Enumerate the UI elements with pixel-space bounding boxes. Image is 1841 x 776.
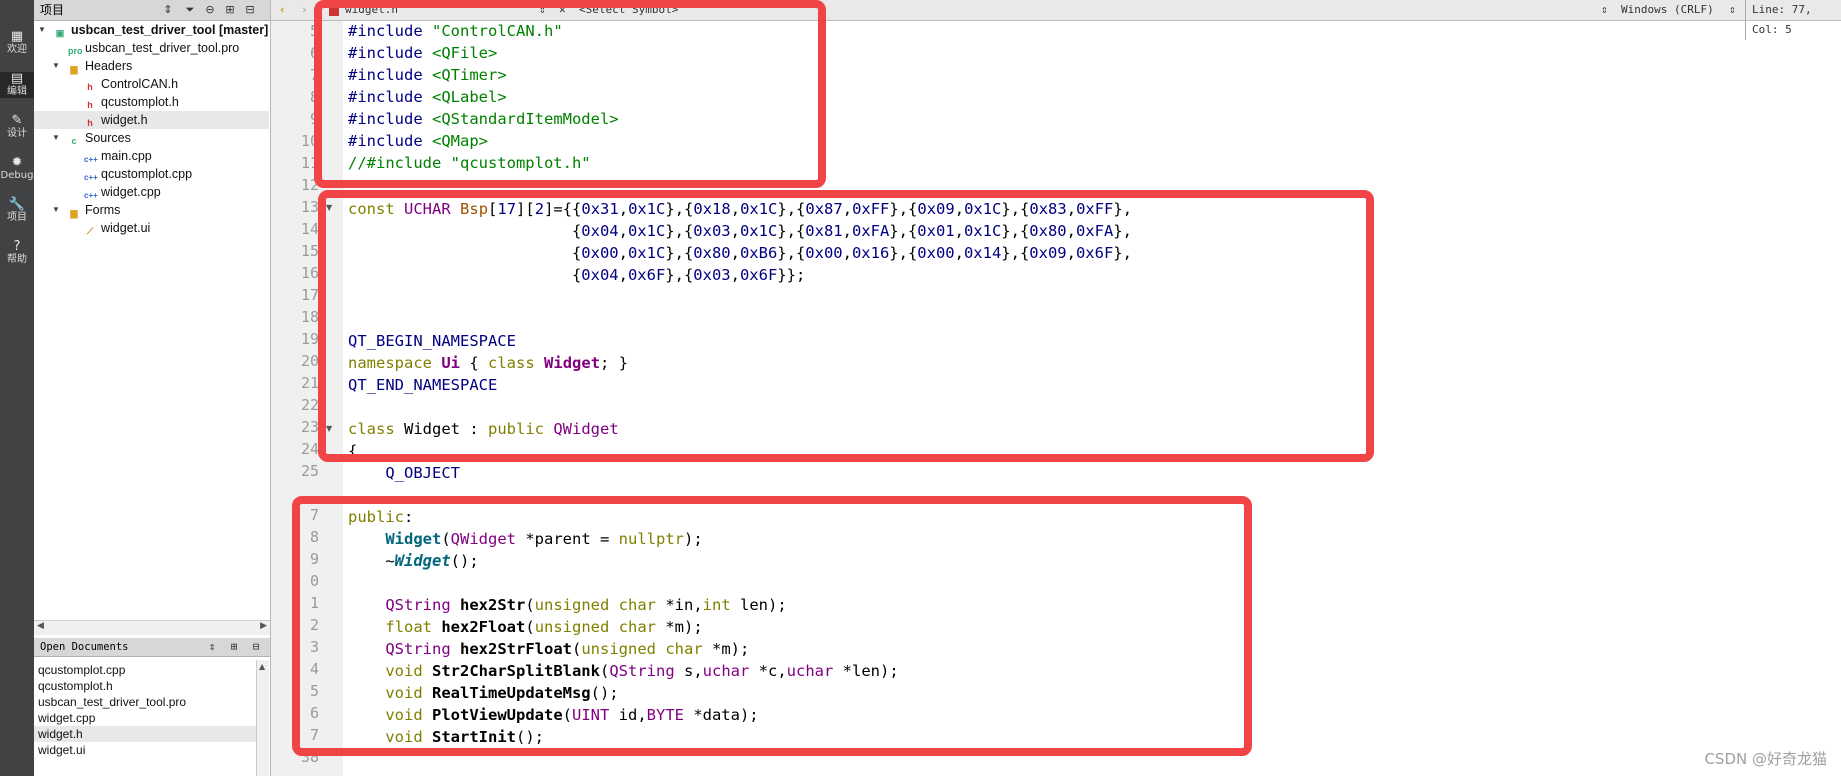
line-number: 12 [300,176,319,194]
line-number: 13 [300,198,319,216]
filter-icon[interactable]: ⏷ [182,2,198,18]
line-number: 6 [309,44,319,62]
open-documents-title[interactable]: Open Documents [40,638,129,656]
line-ending-selector[interactable]: Windows (CRLF) [1621,0,1714,20]
line-number: 14 [300,220,319,238]
open-doc-item[interactable]: usbcan_test_driver_tool.pro [38,694,186,710]
split-icon[interactable]: ⊞ [226,639,242,655]
tree-horizontal-scrollbar[interactable]: ◀ ▶ [34,620,270,635]
design-icon: ✎ [11,113,23,128]
line-number: 16 [300,264,319,282]
help-icon: ? [13,239,21,254]
tree-item-pro[interactable]: pro usbcan_test_driver_tool.pro [68,39,239,57]
expand-arrow-icon[interactable]: ▼ [52,129,60,147]
tree-item-main-cpp[interactable]: c++ main.cpp [84,147,152,165]
tree-item-widget-ui[interactable]: ⟋ widget.ui [84,219,151,237]
line-number: 17 [300,286,319,304]
line-number: 20 [300,352,319,370]
tree-item-controlcan-h[interactable]: h ControlCAN.h [84,75,178,93]
open-doc-item-selected[interactable]: widget.h [34,726,260,742]
highlight-box-includes [314,0,826,188]
line-number: 8 [309,88,319,106]
mode-edit[interactable]: ▤ 编辑 [0,72,34,98]
tree-item-widget-h[interactable]: h widget.h [34,111,269,129]
expand-arrow-icon[interactable]: ▼ [52,201,60,219]
open-docs-scrollbar[interactable]: ▲ [256,660,269,776]
open-doc-item[interactable]: qcustomplot.cpp [38,662,125,678]
project-icon: ▣ [55,28,65,38]
header-file-icon: h [87,100,93,110]
header-file-icon: h [87,82,93,92]
line-number: 25 [300,462,319,480]
line-number: 9 [309,110,319,128]
line-number: 18 [300,308,319,326]
project-pane-header: 项目 ⇕ ⏷ ⊖ ⊞ ⊟ [34,0,270,21]
code-line: Q_OBJECT [385,464,460,482]
mode-welcome[interactable]: ▦ 欢迎 [0,30,34,56]
line-ending-combo-arrow-icon[interactable]: ⇕ [1729,0,1736,20]
open-doc-item[interactable]: widget.cpp [38,710,95,726]
tree-item-project[interactable]: ▼ ▣ usbcan_test_driver_tool [master] [38,21,268,39]
tree-item-forms[interactable]: ▼ ▆ Forms [52,201,120,219]
line-number: 11 [300,154,319,172]
welcome-icon: ▦ [10,29,24,44]
debug-icon: ✹ [11,155,23,170]
tree-item-headers[interactable]: ▼ ▆ Headers [52,57,132,75]
line-number: 10 [300,132,319,150]
folder-icon: ▆ [70,64,78,74]
project-pane-title[interactable]: 项目 [40,0,64,20]
mode-design[interactable]: ✎ 设计 [0,114,34,140]
line-number: 21 [300,374,319,392]
forward-arrow-icon[interactable]: › [301,0,308,20]
highlight-box-public-methods [292,496,1252,756]
tree-item-sources[interactable]: ▼ c Sources [52,129,131,147]
expand-arrow-icon[interactable]: ▼ [52,57,60,75]
line-number: 5 [309,22,319,40]
mode-projects[interactable]: 🔧 项目 [0,198,34,224]
pro-file-icon: pro [68,46,83,56]
symbol-combo-arrow-icon[interactable]: ⇕ [1601,0,1608,20]
mode-help[interactable]: ? 帮助 [0,240,34,266]
tree-item-qcustomplot-cpp[interactable]: c++ qcustomplot.cpp [84,165,192,183]
combo-arrow-icon[interactable]: ⇕ [204,639,220,655]
source-folder-icon: c [71,136,77,146]
projects-icon: 🔧 [8,197,26,212]
cursor-position[interactable]: Line: 77, Col: 5 [1745,0,1841,40]
mode-debug[interactable]: ✹ Debug [0,156,34,182]
line-number: 19 [300,330,319,348]
project-pane: 项目 ⇕ ⏷ ⊖ ⊞ ⊟ ▼ ▣ usbcan_test_driver_tool [… [34,0,271,642]
open-doc-item[interactable]: widget.ui [38,742,85,758]
folder-icon: ▆ [70,208,78,218]
line-number: 15 [300,242,319,260]
edit-icon: ▤ [10,71,24,86]
mode-bar: ▦ 欢迎 ▤ 编辑 ✎ 设计 ✹ Debug 🔧 项目 ? 帮助 [0,0,34,776]
scroll-left-icon[interactable]: ◀ [37,621,44,631]
link-icon[interactable]: ⊖ [202,2,218,18]
tree-item-widget-cpp[interactable]: c++ widget.cpp [84,183,161,201]
ui-file-icon: ⟋ [86,226,94,236]
expand-arrow-icon[interactable]: ▼ [38,21,46,39]
line-number: 24 [300,440,319,458]
highlight-box-declarations [318,190,1374,462]
scroll-right-icon[interactable]: ▶ [260,621,267,631]
open-documents-pane: Open Documents ⇕ ⊞ ⊟ qcustomplot.cpp qcu… [34,638,271,776]
back-arrow-icon[interactable]: ‹ [279,0,286,20]
line-number: 22 [300,396,319,414]
header-file-icon: h [87,118,93,128]
close-pane-icon[interactable]: ⊟ [242,2,258,18]
open-documents-header: Open Documents ⇕ ⊞ ⊟ [34,638,270,657]
line-number: 23 [300,418,319,436]
scroll-up-icon[interactable]: ▲ [259,662,265,671]
line-number: 7 [309,66,319,84]
combo-arrow-icon[interactable]: ⇕ [160,2,176,18]
close-pane-icon[interactable]: ⊟ [248,639,264,655]
split-icon[interactable]: ⊞ [222,2,238,18]
tree-item-qcustomplot-h[interactable]: h qcustomplot.h [84,93,179,111]
watermark: CSDN @好奇龙猫 [1704,750,1827,768]
open-doc-item[interactable]: qcustomplot.h [38,678,113,694]
